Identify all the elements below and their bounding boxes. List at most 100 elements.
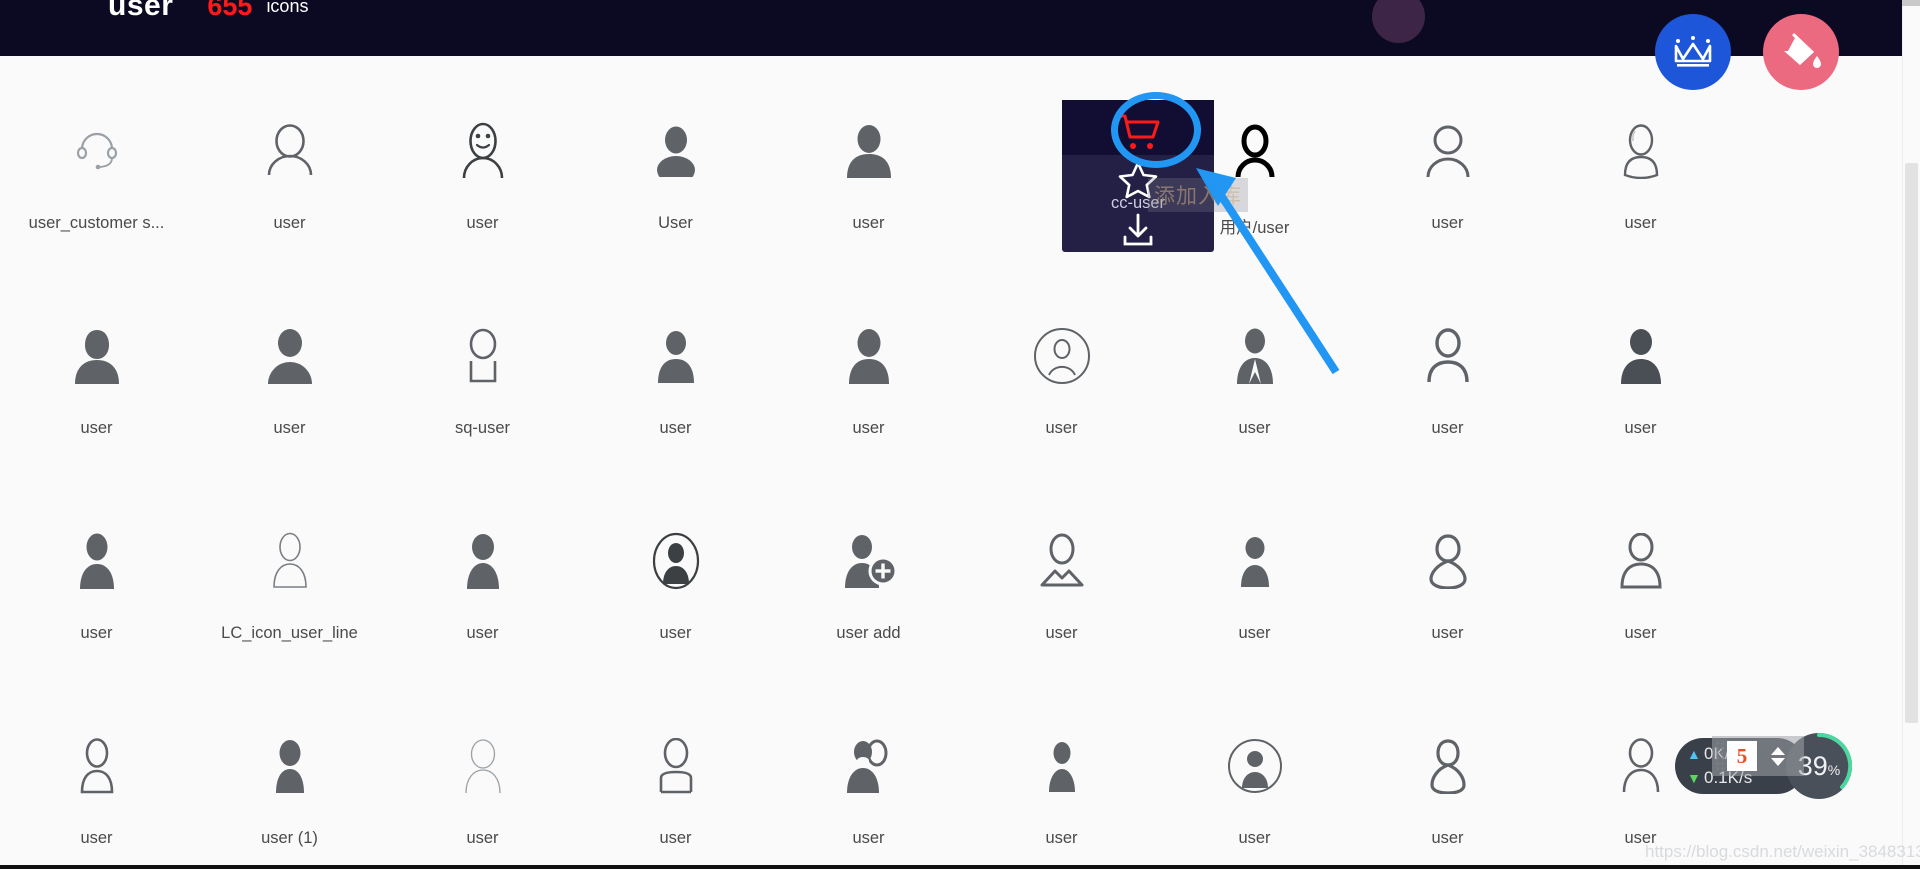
icon-cell[interactable]: user	[579, 295, 772, 500]
download-icon	[1123, 213, 1153, 246]
user-solid-round-shoulders	[264, 315, 316, 397]
icon-cell[interactable]: user	[772, 705, 965, 869]
icon-cell[interactable]: user	[1544, 500, 1737, 705]
icon-hover-action-card[interactable]: cc-user 添加入库	[1062, 100, 1248, 252]
icon-cell[interactable]: user	[965, 500, 1158, 705]
user-solid-rounded-body	[459, 520, 507, 602]
icon-label: user	[659, 419, 692, 437]
icon-cell[interactable]: user	[386, 90, 579, 295]
user-oval-head-outline	[1617, 110, 1665, 192]
search-result-heading: user 655 icons	[0, 0, 1902, 34]
icon-cell[interactable]: user	[0, 500, 193, 705]
icon-results-grid: user_customer s... user user User user 用…	[0, 56, 1902, 869]
user-circle-solid	[1227, 725, 1283, 807]
icon-label: user	[1431, 214, 1464, 232]
icon-cell[interactable]: user_customer s...	[0, 90, 193, 295]
icon-cell[interactable]: user	[1351, 295, 1544, 500]
user-solid-narrow	[1041, 725, 1083, 807]
star-icon	[1118, 161, 1158, 199]
user-outline-wide-body	[1615, 520, 1667, 602]
user-outline-dome-body	[73, 725, 121, 807]
user-avatar-solid-wide	[841, 110, 897, 192]
icon-label: user	[852, 214, 885, 232]
stepper-down-icon[interactable]	[1771, 757, 1785, 766]
user-solid-compact	[1233, 520, 1277, 602]
site-favicon-icon: 5	[1727, 741, 1757, 771]
icon-label: user	[466, 624, 499, 642]
drag-handle-icon[interactable]	[1715, 741, 1725, 771]
stepper-control[interactable]	[1771, 746, 1785, 766]
icon-cell[interactable]: user	[1351, 500, 1544, 705]
icon-cell[interactable]: user	[1158, 295, 1351, 500]
icon-cell[interactable]: user	[0, 705, 193, 869]
icon-label: user	[1431, 624, 1464, 642]
user-mountain-base-outline	[1036, 520, 1088, 602]
icon-label: user	[852, 829, 885, 847]
icon-label: 用户/user	[1219, 219, 1290, 237]
icon-label: user	[273, 419, 306, 437]
add-to-favorites-button[interactable]	[1062, 161, 1214, 199]
user-bold-outline-black	[1230, 110, 1280, 192]
icon-cell[interactable]: user	[1158, 705, 1351, 869]
icon-cell[interactable]: user	[965, 705, 1158, 869]
user-outline-square-shoulders	[651, 725, 701, 807]
user-solid-small-head	[652, 315, 700, 397]
icon-cell[interactable]: user (1)	[193, 705, 386, 869]
user-round-head-outline	[263, 110, 317, 192]
icon-label: user	[1624, 419, 1657, 437]
user-group-solid	[841, 725, 897, 807]
icon-label: user	[659, 624, 692, 642]
icon-cell[interactable]: user	[0, 295, 193, 500]
upload-arrow-icon: ▲	[1687, 746, 1701, 762]
icon-cell[interactable]: user	[772, 90, 965, 295]
user-thin-outline	[1422, 110, 1474, 192]
icon-cell[interactable]: user	[1351, 705, 1544, 869]
user-avatar-solid-neck	[71, 315, 123, 397]
icon-cell[interactable]: user	[579, 500, 772, 705]
icon-cell[interactable]: user	[1351, 90, 1544, 295]
widget-overlay-toolbar[interactable]: 5	[1712, 736, 1804, 776]
icon-cell[interactable]: user	[193, 295, 386, 500]
stepper-up-icon[interactable]	[1771, 746, 1785, 755]
vertical-scrollbar-track[interactable]	[1902, 0, 1920, 869]
icon-cell[interactable]: user	[386, 500, 579, 705]
usage-percent: 39%	[1797, 750, 1841, 781]
user-outline-loop	[1424, 520, 1472, 602]
user-solid-rounded	[844, 315, 894, 397]
icon-label: LC_icon_user_line	[221, 624, 358, 642]
icon-cell[interactable]: user	[965, 295, 1158, 500]
icon-label: user_customer s...	[28, 214, 165, 232]
user-outline-thick	[1424, 725, 1472, 807]
icon-cell[interactable]: user	[1544, 295, 1737, 500]
icon-cell[interactable]: user	[579, 705, 772, 869]
icon-grid-row: user user sq-user user user user user us…	[0, 295, 1902, 500]
icon-cell[interactable]: sq-user	[386, 295, 579, 500]
user-in-circle-outline	[1033, 315, 1091, 397]
icon-cell[interactable]: LC_icon_user_line	[193, 500, 386, 705]
icon-label: user add	[836, 624, 901, 642]
icon-cell[interactable]: user	[193, 90, 386, 295]
purple-circle-decoration	[1372, 0, 1425, 43]
icon-label: user	[1238, 419, 1271, 437]
page-root: user 655 icons user_customer s... user u…	[0, 0, 1920, 869]
icon-grid-row: user_customer s... user user User user 用…	[0, 90, 1902, 295]
download-button[interactable]	[1062, 212, 1214, 248]
icon-cell[interactable]: user add	[772, 500, 965, 705]
user-avatar-solid-small	[654, 110, 698, 192]
icon-label: user	[1431, 829, 1464, 847]
icon-label: user	[1624, 214, 1657, 232]
user-solid-dark	[1616, 315, 1666, 397]
icon-cell[interactable]: user	[1158, 500, 1351, 705]
icon-cell[interactable]: user	[772, 295, 965, 500]
vertical-scrollbar-thumb[interactable]	[1905, 163, 1918, 723]
icon-label: user	[80, 829, 113, 847]
icon-cell[interactable]: User	[579, 90, 772, 295]
scrollbar-top-cap	[1902, 0, 1920, 6]
icon-cell[interactable]: user	[1544, 90, 1737, 295]
add-to-cart-button[interactable]	[1062, 112, 1214, 152]
user-solid-bold	[267, 725, 313, 807]
result-count: 655	[207, 0, 253, 21]
icon-cell[interactable]: user	[386, 705, 579, 869]
icon-label: user (1)	[261, 829, 318, 847]
result-count-unit: icons	[266, 0, 309, 16]
